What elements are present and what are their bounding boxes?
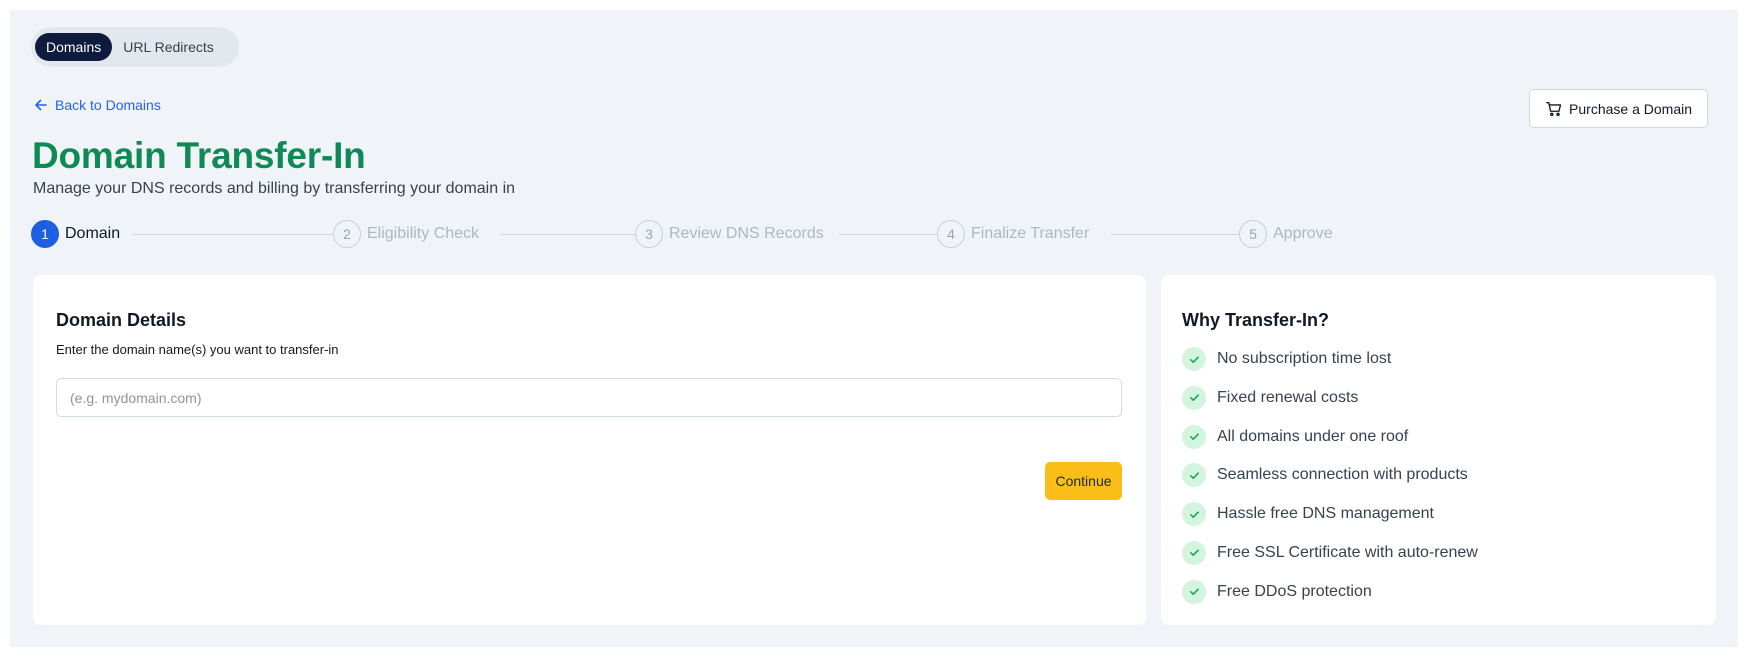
step-number: 4 <box>937 220 965 248</box>
step-number: 5 <box>1239 220 1267 248</box>
check-icon <box>1182 347 1206 371</box>
list-item: No subscription time lost <box>1182 347 1478 371</box>
benefit-text: No subscription time lost <box>1217 350 1392 367</box>
step-connector <box>1111 234 1239 235</box>
tab-domains[interactable]: Domains <box>35 33 113 61</box>
list-item: Free SSL Certificate with auto-renew <box>1182 540 1478 565</box>
check-icon <box>1182 579 1206 604</box>
page-title: Domain Transfer-In <box>32 135 366 176</box>
benefit-text: Free DDoS protection <box>1217 582 1372 600</box>
list-item: Hassle free DNS management <box>1182 502 1478 527</box>
list-item: Fixed renewal costs <box>1182 385 1478 410</box>
benefit-text: Fixed renewal costs <box>1217 388 1359 406</box>
list-item: Seamless connection with products <box>1182 463 1478 488</box>
benefit-text: Free SSL Certificate with auto-renew <box>1217 543 1478 561</box>
benefit-text: Seamless connection with products <box>1217 466 1468 484</box>
step-finalize-transfer[interactable]: 4 Finalize Transfer <box>937 220 1089 248</box>
step-number: 1 <box>31 220 59 248</box>
step-label: Finalize Transfer <box>971 225 1090 242</box>
why-transfer-title: Why Transfer-In? <box>1182 310 1330 330</box>
step-connector <box>501 234 635 235</box>
arrow-left-icon <box>33 97 49 113</box>
domain-name-input[interactable] <box>56 378 1122 417</box>
back-to-domains-link[interactable]: Back to Domains <box>33 97 161 113</box>
step-review-dns-records[interactable]: 3 Review DNS Records <box>635 220 824 248</box>
benefit-text: All domains under one roof <box>1217 427 1409 445</box>
check-icon <box>1182 463 1206 488</box>
continue-button[interactable]: Continue <box>1045 462 1122 500</box>
check-icon <box>1182 385 1206 410</box>
tab-url-redirects[interactable]: URL Redirects <box>112 33 225 61</box>
view-tabs: Domains URL Redirects <box>31 27 239 67</box>
cart-icon <box>1545 100 1563 118</box>
step-connector <box>133 234 333 235</box>
domain-details-title: Domain Details <box>56 310 187 330</box>
why-transfer-card: Why Transfer-In? No subscription time lo… <box>1161 275 1716 625</box>
back-link-label: Back to Domains <box>55 97 161 113</box>
step-domain[interactable]: 1 Domain <box>31 220 120 248</box>
step-approve[interactable]: 5 Approve <box>1239 220 1333 248</box>
benefits-list: No subscription time lost Fixed renewal … <box>1182 347 1478 619</box>
domain-details-description: Enter the domain name(s) you want to tra… <box>56 342 339 357</box>
step-number: 3 <box>635 220 663 248</box>
step-label: Domain <box>65 225 121 242</box>
step-label: Eligibility Check <box>367 225 480 242</box>
list-item: Free DDoS protection <box>1182 579 1478 604</box>
purchase-button-label: Purchase a Domain <box>1569 100 1692 117</box>
check-icon <box>1182 540 1206 565</box>
page-subtitle: Manage your DNS records and billing by t… <box>33 180 516 197</box>
list-item: All domains under one roof <box>1182 424 1478 449</box>
step-label: Review DNS Records <box>669 225 824 242</box>
purchase-domain-button[interactable]: Purchase a Domain <box>1529 89 1708 128</box>
step-number: 2 <box>333 220 361 248</box>
benefit-text: Hassle free DNS management <box>1217 505 1434 523</box>
check-icon <box>1182 424 1206 449</box>
page-frame: Domains URL Redirects Back to Domains Pu… <box>10 10 1738 647</box>
domain-details-card: Domain Details Enter the domain name(s) … <box>33 275 1146 625</box>
transfer-stepper: 1 Domain 2 Eligibility Check 3 Review DN… <box>31 220 1361 248</box>
step-label: Approve <box>1273 225 1333 242</box>
step-connector <box>839 234 937 235</box>
step-eligibility-check[interactable]: 2 Eligibility Check <box>333 220 479 248</box>
check-icon <box>1182 502 1206 527</box>
